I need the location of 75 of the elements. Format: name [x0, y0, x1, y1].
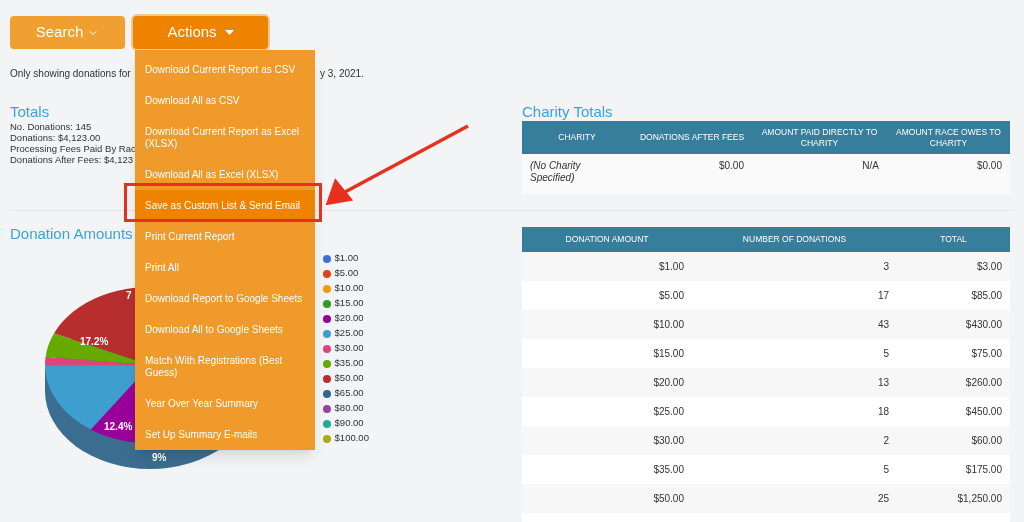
table-cell-text: $15.00	[652, 347, 685, 361]
search-button[interactable]: Search	[10, 16, 125, 49]
section-title: Donation Amounts	[10, 225, 133, 243]
notice-text: Only showing donations for	[10, 67, 131, 79]
totals-line: Processing Fees Paid By Rac	[10, 143, 136, 154]
table-cell-text: N/A	[861, 160, 880, 173]
column-header: NUMBER OF DONATIONS	[741, 233, 848, 246]
table-cell-text: 5	[882, 347, 890, 361]
caret-icon	[224, 30, 234, 35]
column-header: AMOUNT RACE OWES TO CHARITY	[895, 126, 1002, 149]
table-cell-text: $10.00	[652, 318, 685, 332]
legend-label: $35.00	[334, 356, 364, 371]
legend-label: $5.00	[334, 266, 359, 281]
menu-item[interactable]: Save as Custom List & Send Email	[135, 190, 315, 221]
legend-label: $90.00	[334, 416, 364, 431]
legend-label: $50.00	[334, 371, 364, 386]
menu-item[interactable]: Download All to Google Sheets	[135, 314, 315, 345]
table-cell-text: $50.00	[652, 492, 685, 506]
table-cell-text: 17	[876, 289, 890, 303]
column-header: TOTAL	[939, 233, 968, 246]
legend-label: $30.00	[334, 341, 364, 356]
section-title: Totals	[10, 103, 51, 121]
table-cell-text: 18	[876, 405, 890, 419]
menu-item[interactable]: Download Current Report as CSV	[135, 54, 315, 85]
column-header: AMOUNT PAID DIRECTLY TO CHARITY	[760, 126, 879, 149]
table-cell-text: 25	[876, 492, 890, 506]
table-cell-text: $85.00	[970, 289, 1003, 303]
table-cell-text: $450.00	[964, 405, 1003, 419]
totals-line: Donations: $4,123.00	[10, 132, 101, 143]
table-cell-text: $3.00	[975, 260, 1003, 274]
table-cell-text: $60.00	[970, 434, 1003, 448]
table-cell-text: $75.00	[970, 347, 1003, 361]
menu-item[interactable]: Download Report to Google Sheets	[135, 283, 315, 314]
legend-label: $15.00	[334, 296, 364, 311]
table-cell-text: $430.00	[964, 318, 1003, 332]
table-cell-text: $260.00	[964, 376, 1003, 390]
legend-label: $100.00	[334, 431, 369, 446]
table-cell-text: 13	[876, 376, 890, 390]
menu-item[interactable]: Download All as CSV	[135, 85, 315, 116]
totals-line: No. Donations: 145	[10, 121, 92, 132]
table-cell-text: 43	[876, 318, 890, 332]
section-title: Charity Totals	[522, 103, 614, 121]
table-cell-text: 3	[882, 260, 890, 274]
actions-button[interactable]: Actions	[133, 16, 268, 49]
legend-label: $65.00	[334, 386, 364, 401]
table-cell-text: $0.00	[717, 160, 745, 173]
table-cell-text: $5.00	[657, 289, 685, 303]
table-cell-text: $30.00	[652, 434, 685, 448]
column-header: DONATION AMOUNT	[564, 233, 650, 246]
legend-label: $25.00	[334, 326, 364, 341]
table-cell-text: $0.00	[975, 160, 1003, 173]
legend-label: $10.00	[334, 281, 364, 296]
legend-label: $80.00	[334, 401, 364, 416]
table-cell-text: $1,250.00	[956, 492, 1003, 506]
table-cell-text: $1.00	[657, 260, 685, 274]
table-cell-text: $25.00	[652, 405, 685, 419]
table-cell-text: 5	[882, 463, 890, 477]
column-header: DONATIONS AFTER FEES	[638, 132, 746, 143]
menu-item[interactable]: Print Current Report	[135, 221, 315, 252]
menu-item[interactable]: Year Over Year Summary	[135, 388, 315, 419]
menu-item[interactable]: Download Current Report as Excel (XLSX)	[135, 116, 315, 159]
column-header: CHARITY	[557, 132, 597, 143]
table-cell-text: $35.00	[652, 463, 685, 477]
menu-item[interactable]: Print All	[135, 252, 315, 283]
table-cell-text: (No Charity Specified)	[529, 160, 582, 185]
menu-item[interactable]: Set Up Summary E-mails	[135, 419, 315, 450]
table-cell-text: $20.00	[652, 376, 685, 390]
totals-line: Donations After Fees: $4,123	[10, 154, 134, 165]
table-cell-text: 2	[882, 434, 890, 448]
legend-label: $1.00	[334, 251, 359, 266]
table-cell-text: $175.00	[964, 463, 1003, 477]
menu-item[interactable]: Download All as Excel (XLSX)	[135, 159, 315, 190]
menu-item[interactable]: Match With Registrations (Best Guess)	[135, 345, 315, 388]
notice-text: y 3, 2021.	[320, 66, 364, 81]
legend-label: $20.00	[334, 311, 364, 326]
